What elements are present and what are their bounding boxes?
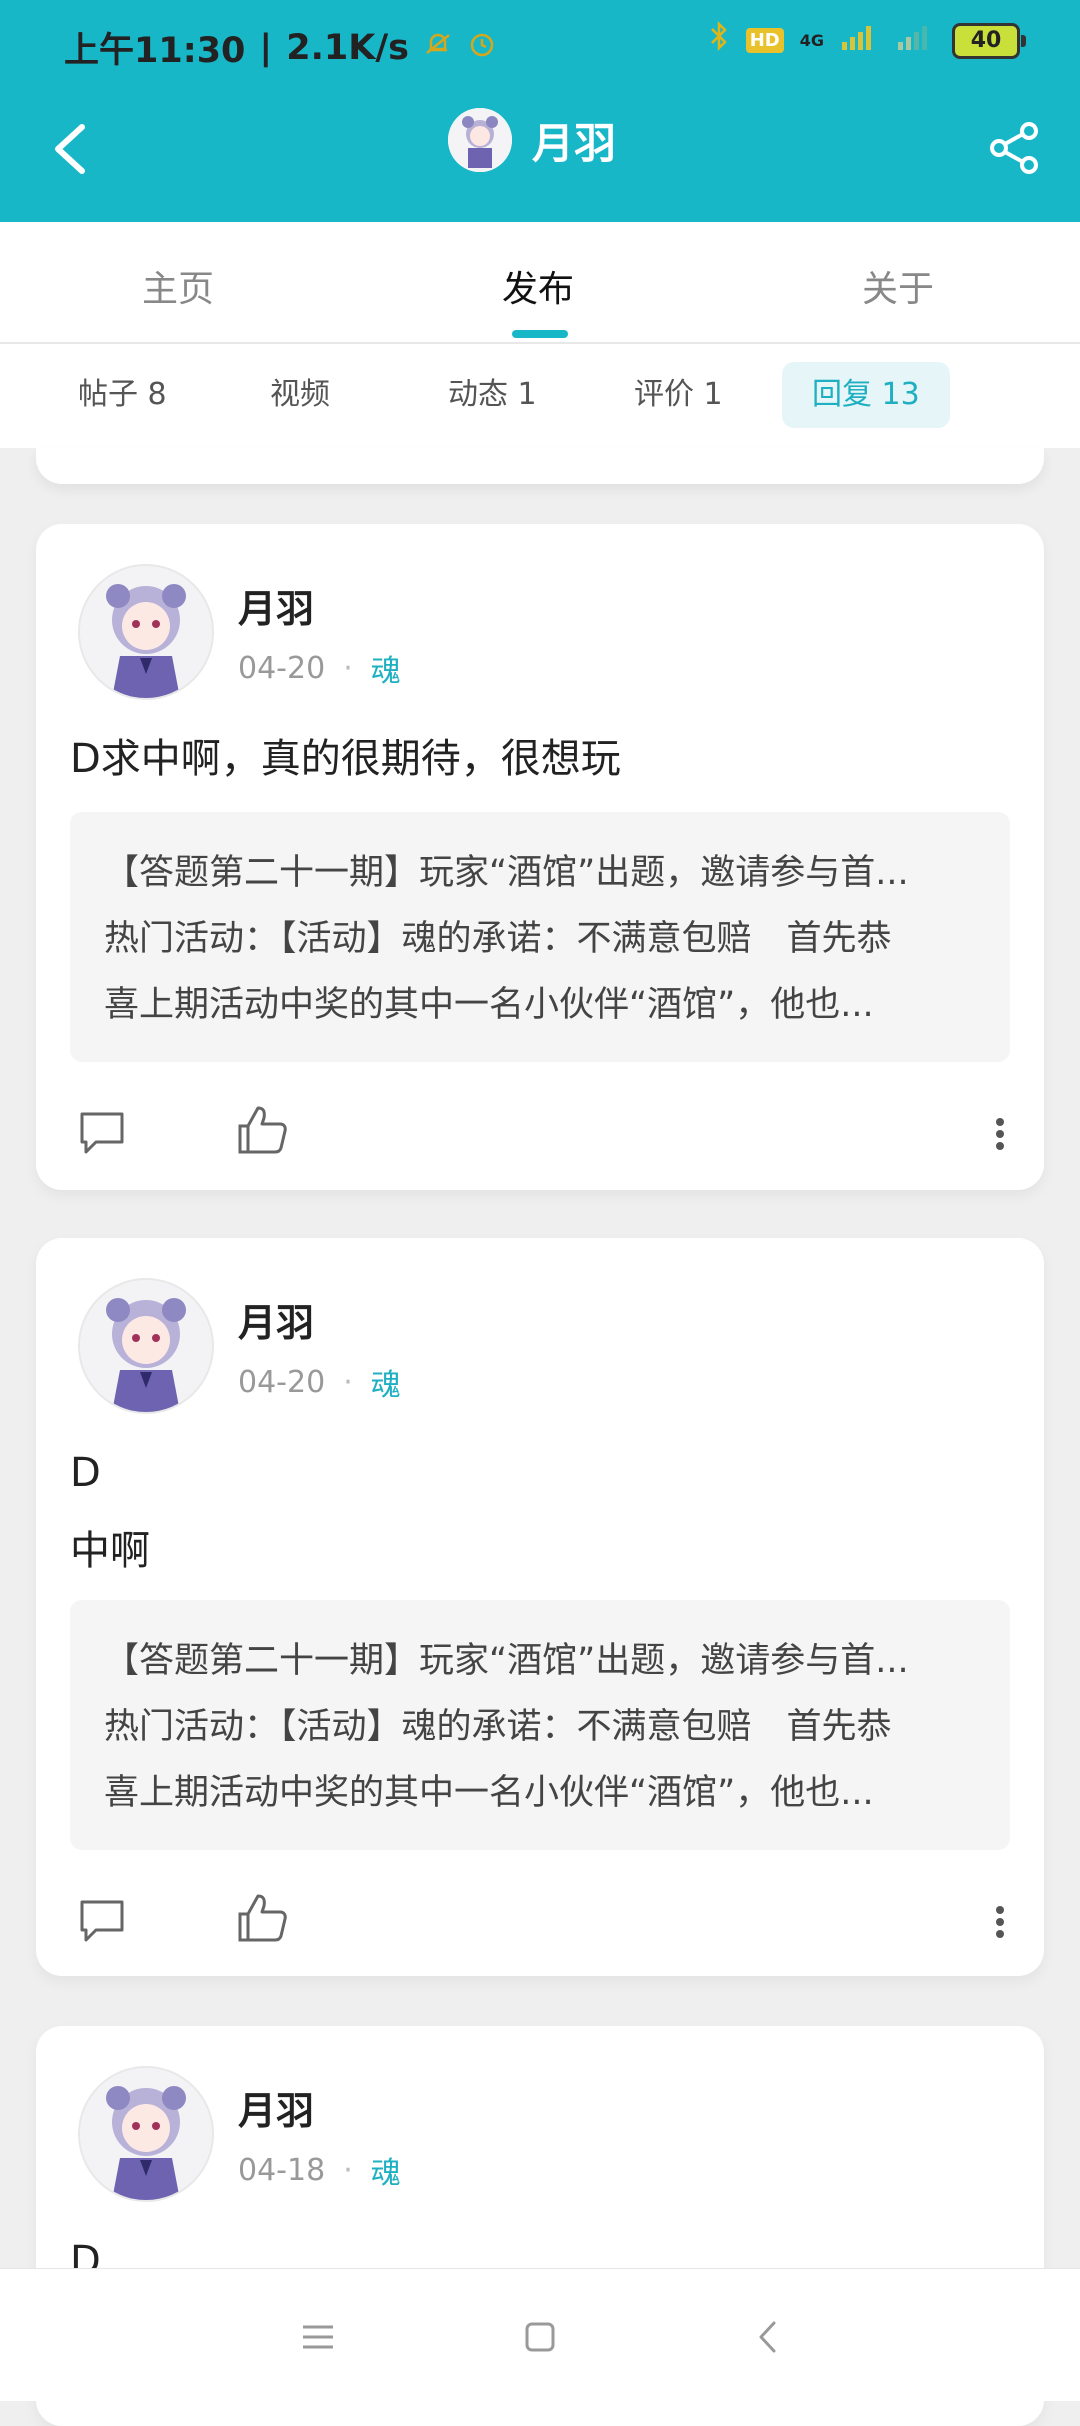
quote-line: 喜上期活动中奖的其中一名小伙伴“酒馆”，他也... xyxy=(104,985,874,1025)
system-back-button[interactable] xyxy=(738,2307,798,2367)
bluetooth-icon xyxy=(708,20,730,61)
subtab-replies[interactable]: 回复 13 xyxy=(782,362,950,428)
bell-off-icon xyxy=(423,28,453,68)
subtab-posts[interactable]: 帖子 8 xyxy=(78,362,167,428)
back-chevron-icon xyxy=(759,2321,776,2353)
profile-title: 月羽 xyxy=(448,108,616,172)
comment-button[interactable] xyxy=(76,1894,128,1946)
more-button[interactable] xyxy=(990,1898,1010,1946)
more-button[interactable] xyxy=(990,1110,1010,1158)
header: 上午11:30 | 2.1K/s HD 4G 40 月羽 xyxy=(0,0,1080,222)
avatar[interactable] xyxy=(78,1278,214,1414)
tab-published[interactable]: 发布 xyxy=(502,260,574,312)
hd-badge: HD xyxy=(745,28,784,53)
avatar[interactable] xyxy=(78,564,214,700)
tab-home[interactable]: 主页 xyxy=(142,260,214,312)
quote-line: 热门活动：【活动】魂的承诺：不满意包赔 首先恭 xyxy=(104,1707,892,1747)
meta-separator: · xyxy=(343,2152,353,2188)
post-date: 04-20 xyxy=(238,650,326,686)
reply-card[interactable]: 月羽 04-20 · 魂 D求中啊，真的很期待，很想玩 【答题第二十一期】玩家“… xyxy=(36,524,1044,1190)
subtab-videos[interactable]: 视频 xyxy=(270,362,330,428)
meta-separator: · xyxy=(343,1364,353,1400)
menu-icon xyxy=(303,2325,333,2349)
alarm-icon xyxy=(467,28,497,68)
author-name[interactable]: 月羽 xyxy=(238,578,314,633)
author-name[interactable]: 月羽 xyxy=(238,2080,314,2135)
main-tabs: 主页 发布 关于 xyxy=(0,222,1080,344)
signal-icon xyxy=(840,21,880,61)
status-right: HD 4G 40 xyxy=(708,20,1026,61)
post-meta: 04-20 · 魂 xyxy=(238,1360,401,1404)
back-button[interactable] xyxy=(34,114,104,184)
meta-separator: · xyxy=(343,650,353,686)
status-bar: 上午11:30 | 2.1K/s HD 4G 40 xyxy=(0,0,1080,88)
home-button[interactable] xyxy=(510,2307,570,2367)
page-title: 月羽 xyxy=(532,118,617,168)
subtab-moments[interactable]: 动态 1 xyxy=(448,362,537,428)
thumbs-up-icon xyxy=(238,1106,287,1154)
status-time: 上午11:30 xyxy=(64,31,246,71)
menu-button[interactable] xyxy=(288,2307,348,2367)
game-tag[interactable]: 魂 xyxy=(371,1360,401,1404)
quoted-post[interactable]: 【答题第二十一期】玩家“酒馆”出题，邀请参与首... 热门活动：【活动】魂的承诺… xyxy=(70,1600,1010,1850)
post-actions xyxy=(36,1880,1044,1960)
tab-indicator xyxy=(512,330,568,338)
comment-button[interactable] xyxy=(76,1106,128,1158)
more-vertical-icon xyxy=(996,1906,1004,1938)
comment-icon xyxy=(80,1900,124,1942)
like-button[interactable] xyxy=(234,1102,290,1158)
reply-content: D 中啊 xyxy=(70,1450,150,1574)
quote-line: 【答题第二十一期】玩家“酒馆”出题，邀请参与首... xyxy=(104,1641,909,1681)
previous-card-edge xyxy=(36,448,1044,484)
post-meta: 04-20 · 魂 xyxy=(238,646,401,690)
status-speed: 2.1K/s xyxy=(286,27,409,68)
reply-content: D求中啊，真的很期待，很想玩 xyxy=(70,736,621,782)
thumbs-up-icon xyxy=(238,1894,287,1942)
post-date: 04-18 xyxy=(238,2152,326,2188)
author-name[interactable]: 月羽 xyxy=(238,1292,314,1347)
app-bar: 月羽 xyxy=(0,88,1080,222)
post-date: 04-20 xyxy=(238,1364,326,1400)
comment-icon xyxy=(80,1112,124,1154)
quote-line: 热门活动：【活动】魂的承诺：不满意包赔 首先恭 xyxy=(104,919,892,959)
back-arrow-icon xyxy=(55,124,85,174)
game-tag[interactable]: 魂 xyxy=(371,2148,401,2192)
home-square-icon xyxy=(525,2322,555,2352)
game-tag[interactable]: 魂 xyxy=(371,646,401,690)
system-nav-bar xyxy=(0,2268,1080,2401)
like-button[interactable] xyxy=(234,1890,290,1946)
status-sep: | xyxy=(259,27,273,68)
battery-indicator: 40 xyxy=(952,22,1026,59)
share-button[interactable] xyxy=(978,112,1050,184)
title-avatar xyxy=(448,108,512,172)
quote-line: 【答题第二十一期】玩家“酒馆”出题，邀请参与首... xyxy=(104,853,909,893)
subtab-reviews[interactable]: 评价 1 xyxy=(634,362,723,428)
signal-2-icon xyxy=(896,21,936,61)
post-actions xyxy=(36,1092,1044,1172)
share-icon xyxy=(990,122,1038,174)
network-type: 4G xyxy=(799,31,824,50)
sub-tabs: 帖子 8 视频 动态 1 评价 1 回复 13 xyxy=(0,344,1080,448)
quote-line: 喜上期活动中奖的其中一名小伙伴“酒馆”，他也... xyxy=(104,1773,874,1813)
reply-card[interactable]: 月羽 04-20 · 魂 D 中啊 【答题第二十一期】玩家“酒馆”出题，邀请参与… xyxy=(36,1238,1044,1976)
post-meta: 04-18 · 魂 xyxy=(238,2148,401,2192)
quoted-post[interactable]: 【答题第二十一期】玩家“酒馆”出题，邀请参与首... 热门活动：【活动】魂的承诺… xyxy=(70,812,1010,1062)
tab-about[interactable]: 关于 xyxy=(862,260,934,312)
more-vertical-icon xyxy=(996,1118,1004,1150)
status-left: 上午11:30 | 2.1K/s xyxy=(64,22,497,73)
avatar[interactable] xyxy=(78,2066,214,2202)
